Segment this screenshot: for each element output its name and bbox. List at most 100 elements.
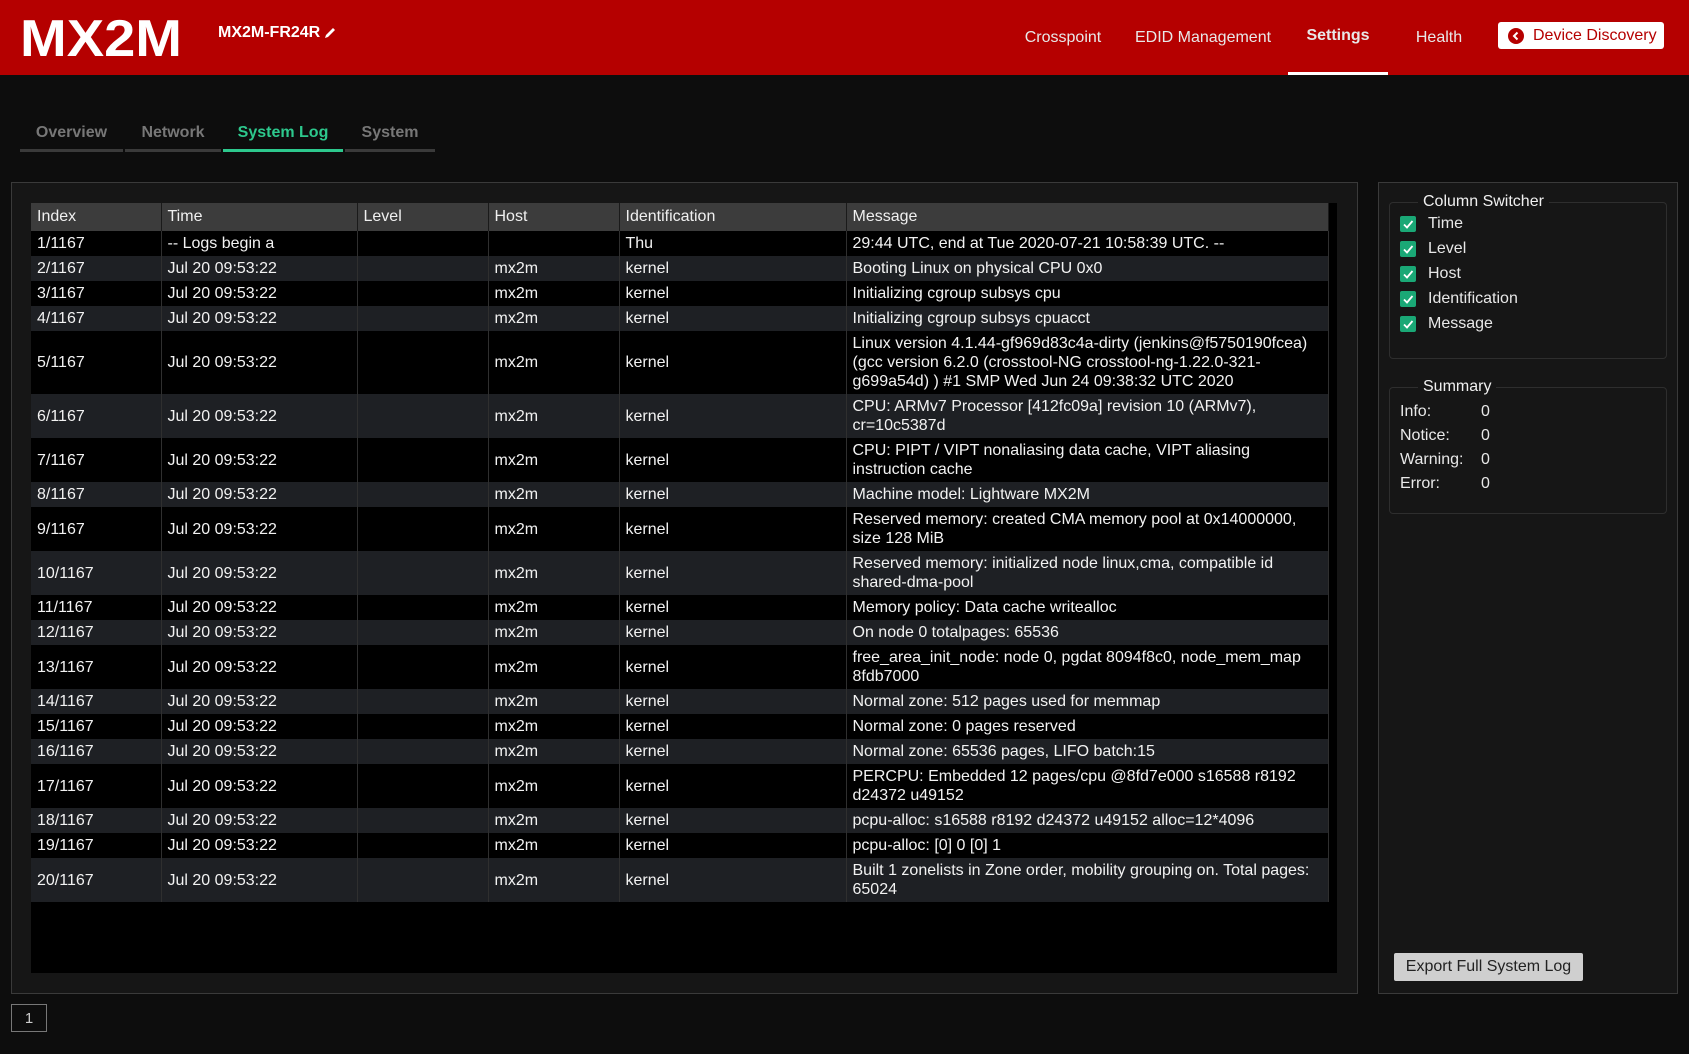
table-row[interactable]: 1/1167 -- Logs begin a Thu 29:44 UTC, end a… (31, 231, 1329, 256)
checkbox-icon[interactable] (1400, 215, 1416, 232)
mx2m-logo[interactable]: MX2M (20, 12, 185, 62)
table-row[interactable]: 3/1167 Jul 20 09:53:22 mx2m kernel Initializ… (31, 281, 1329, 306)
cell-time: Jul 20 09:53:22 (161, 394, 358, 438)
column-header-time[interactable]: Time (161, 203, 358, 231)
column-header-message[interactable]: Message (846, 203, 1329, 231)
tab-network[interactable]: Network (125, 116, 221, 152)
back-arrow-icon (1508, 27, 1524, 44)
device-discovery-button[interactable]: Device Discovery (1498, 22, 1664, 49)
cell-identification: kernel (619, 482, 847, 507)
device-discovery-label: Device Discovery (1533, 26, 1657, 44)
column-toggle-message[interactable]: Message (1390, 311, 1666, 336)
checkbox-icon[interactable] (1400, 290, 1416, 307)
summary-row: Info: 0 (1390, 400, 1666, 424)
column-header-level[interactable]: Level (357, 203, 489, 231)
table-row[interactable]: 7/1167 Jul 20 09:53:22 mx2m kernel CPU: PIPT… (31, 438, 1329, 482)
cell-message: Reserved memory: initialized node linux,… (846, 551, 1329, 595)
cell-message: Machine model: Lightware MX2M (846, 482, 1329, 507)
table-row[interactable]: 18/1167 Jul 20 09:53:22 mx2m kernel pcpu-all… (31, 808, 1329, 833)
nav-health[interactable]: Health (1400, 0, 1478, 75)
table-row[interactable]: 12/1167 Jul 20 09:53:22 mx2m kernel On node … (31, 620, 1329, 645)
cell-message: 29:44 UTC, end at Tue 2020-07-21 10:58:3… (846, 231, 1329, 256)
cell-level (357, 764, 489, 808)
table-row[interactable]: 17/1167 Jul 20 09:53:22 mx2m kernel PERCPU: … (31, 764, 1329, 808)
cell-level (357, 507, 489, 551)
cell-host: mx2m (488, 306, 620, 331)
cell-level (357, 306, 489, 331)
cell-index: 11/1167 (31, 595, 162, 620)
table-row[interactable]: 6/1167 Jul 20 09:53:22 mx2m kernel CPU: ARMv… (31, 394, 1329, 438)
cell-message: free_area_init_node: node 0, pgdat 8094f… (846, 645, 1329, 689)
column-header-index[interactable]: Index (31, 203, 162, 231)
summary-label: Notice: (1400, 427, 1450, 444)
checkbox-icon[interactable] (1400, 315, 1416, 332)
column-switcher-title: Column Switcher (1423, 193, 1544, 210)
log-table-container[interactable]: Index Time Level Host Identification Mes… (31, 203, 1337, 973)
cell-message: Normal zone: 65536 pages, LIFO batch:15 (846, 739, 1329, 764)
cell-time: Jul 20 09:53:22 (161, 858, 358, 902)
cell-level (357, 645, 489, 689)
cell-identification: kernel (619, 595, 847, 620)
cell-identification: kernel (619, 306, 847, 331)
export-system-log-button[interactable]: Export Full System Log (1394, 953, 1583, 981)
column-header-host[interactable]: Host (488, 203, 620, 231)
cell-index: 10/1167 (31, 551, 162, 595)
log-table-header: Index Time Level Host Identification Mes… (31, 203, 1329, 231)
column-toggle-identification[interactable]: Identification (1390, 286, 1666, 311)
cell-identification: kernel (619, 281, 847, 306)
cell-message: Linux version 4.1.44-gf969d83c4a-dirty (… (846, 331, 1329, 394)
table-row[interactable]: 9/1167 Jul 20 09:53:22 mx2m kernel Reserved … (31, 507, 1329, 551)
cell-time: Jul 20 09:53:22 (161, 620, 358, 645)
page-button[interactable]: 1 (11, 1004, 47, 1032)
tab-system-log[interactable]: System Log (223, 116, 343, 152)
top-bar: MX2M MX2M-FR24R Crosspoint EDID Manageme… (0, 0, 1689, 75)
cell-message: Initializing cgroup subsys cpu (846, 281, 1329, 306)
nav-crosspoint[interactable]: Crosspoint (1003, 0, 1123, 75)
column-header-identification[interactable]: Identification (619, 203, 847, 231)
summary-value: 0 (1481, 403, 1490, 420)
cell-time: Jul 20 09:53:22 (161, 507, 358, 551)
column-toggle-time[interactable]: Time (1390, 211, 1666, 236)
summary-label: Error: (1400, 475, 1440, 492)
pencil-icon[interactable] (323, 26, 337, 40)
table-row[interactable]: 4/1167 Jul 20 09:53:22 mx2m kernel Initializ… (31, 306, 1329, 331)
nav-edid-management[interactable]: EDID Management (1128, 0, 1278, 75)
table-row[interactable]: 2/1167 Jul 20 09:53:22 mx2m kernel Booting L… (31, 256, 1329, 281)
cell-identification: kernel (619, 714, 847, 739)
table-row[interactable]: 20/1167 Jul 20 09:53:22 mx2m kernel Built 1 … (31, 858, 1329, 902)
cell-level (357, 620, 489, 645)
column-toggle-level[interactable]: Level (1390, 236, 1666, 261)
column-toggle-host[interactable]: Host (1390, 261, 1666, 286)
cell-time: Jul 20 09:53:22 (161, 739, 358, 764)
table-row[interactable]: 16/1167 Jul 20 09:53:22 mx2m kernel Normal z… (31, 739, 1329, 764)
cell-level (357, 595, 489, 620)
checkbox-icon[interactable] (1400, 265, 1416, 282)
cell-identification: kernel (619, 808, 847, 833)
column-toggle-label: Host (1428, 264, 1461, 282)
cell-identification: kernel (619, 331, 847, 394)
table-row[interactable]: 19/1167 Jul 20 09:53:22 mx2m kernel pcpu-all… (31, 833, 1329, 858)
cell-message: Memory policy: Data cache writealloc (846, 595, 1329, 620)
cell-message: PERCPU: Embedded 12 pages/cpu @8fd7e000 … (846, 764, 1329, 808)
table-row[interactable]: 5/1167 Jul 20 09:53:22 mx2m kernel Linux ver… (31, 331, 1329, 394)
cell-message: Built 1 zonelists in Zone order, mobilit… (846, 858, 1329, 902)
summary-label: Warning: (1400, 451, 1464, 468)
cell-identification: Thu (619, 231, 847, 256)
svg-text:MX2M: MX2M (20, 12, 182, 62)
nav-settings[interactable]: Settings (1288, 0, 1388, 75)
device-name[interactable]: MX2M-FR24R (218, 24, 337, 42)
cell-index: 3/1167 (31, 281, 162, 306)
table-row[interactable]: 8/1167 Jul 20 09:53:22 mx2m kernel Machine m… (31, 482, 1329, 507)
table-row[interactable]: 13/1167 Jul 20 09:53:22 mx2m kernel free_are… (31, 645, 1329, 689)
tab-overview[interactable]: Overview (20, 116, 123, 152)
table-row[interactable]: 15/1167 Jul 20 09:53:22 mx2m kernel Normal z… (31, 714, 1329, 739)
table-row[interactable]: 11/1167 Jul 20 09:53:22 mx2m kernel Memory p… (31, 595, 1329, 620)
tab-system[interactable]: System (345, 116, 435, 152)
table-row[interactable]: 14/1167 Jul 20 09:53:22 mx2m kernel Normal z… (31, 689, 1329, 714)
cell-level (357, 858, 489, 902)
cell-host: mx2m (488, 620, 620, 645)
cell-host: mx2m (488, 551, 620, 595)
table-row[interactable]: 10/1167 Jul 20 09:53:22 mx2m kernel Reserved… (31, 551, 1329, 595)
cell-index: 18/1167 (31, 808, 162, 833)
checkbox-icon[interactable] (1400, 240, 1416, 257)
